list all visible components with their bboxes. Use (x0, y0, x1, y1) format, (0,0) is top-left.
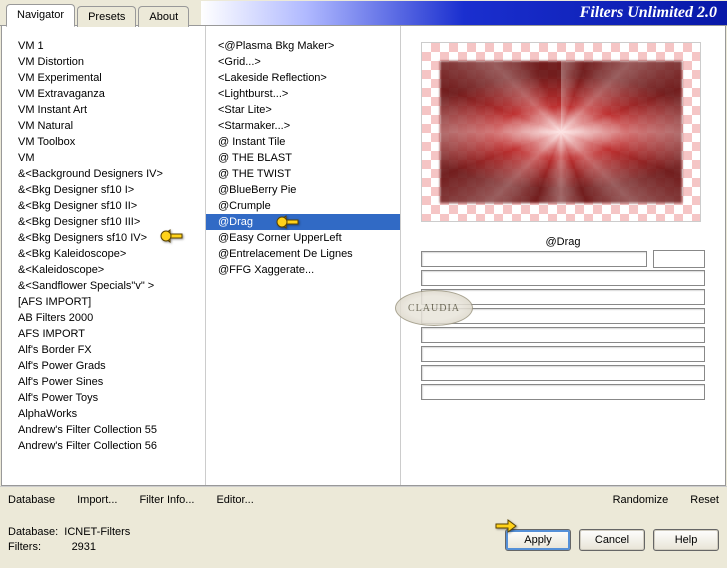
list-item[interactable]: VM Instant Art (2, 102, 205, 118)
list-item[interactable]: Alf's Border FX (2, 342, 205, 358)
list-item[interactable]: <Grid...> (206, 54, 400, 70)
tab-about[interactable]: About (138, 6, 189, 27)
list-item[interactable]: VM 1 (2, 38, 205, 54)
list-item[interactable]: Alf's Power Grads (2, 358, 205, 374)
list-item[interactable]: @Crumple (206, 198, 400, 214)
empty-slider (421, 346, 705, 362)
database-button[interactable]: Database (8, 494, 55, 506)
list-item[interactable]: VM (2, 150, 205, 166)
tabs: Navigator Presets About (6, 0, 191, 26)
list-item[interactable]: &<Background Designers IV> (2, 166, 205, 182)
list-item[interactable]: [AFS IMPORT] (2, 294, 205, 310)
list-item[interactable]: <Lightburst...> (206, 86, 400, 102)
reset-button[interactable]: Reset (690, 494, 719, 506)
list-item[interactable]: @FFG Xaggerate... (206, 262, 400, 278)
param-label: @Drag (401, 236, 725, 248)
empty-slider (421, 384, 705, 400)
list-item[interactable]: VM Distortion (2, 54, 205, 70)
list-item[interactable]: <@Plasma Bkg Maker> (206, 38, 400, 54)
list-item[interactable]: &<Kaleidoscope> (2, 262, 205, 278)
import-button[interactable]: Import... (77, 494, 117, 506)
list-item[interactable]: @ Instant Tile (206, 134, 400, 150)
list-item[interactable]: @Entrelacement De Lignes (206, 246, 400, 262)
randomize-button[interactable]: Randomize (613, 494, 669, 506)
list-item[interactable]: &<Bkg Designer sf10 II> (2, 198, 205, 214)
list-item[interactable]: &<Sandflower Specials"v" > (2, 278, 205, 294)
list-item[interactable]: <Starmaker...> (206, 118, 400, 134)
empty-slider (421, 365, 705, 381)
list-item[interactable]: &<Bkg Designer sf10 III> (2, 214, 205, 230)
list-item[interactable]: Andrew's Filter Collection 55 (2, 422, 205, 438)
list-item[interactable]: @ THE TWIST (206, 166, 400, 182)
list-item[interactable]: VM Extravaganza (2, 86, 205, 102)
tab-presets[interactable]: Presets (77, 6, 136, 27)
list-item[interactable]: Andrew's Filter Collection 56 (2, 438, 205, 454)
empty-slider (421, 308, 705, 324)
list-item[interactable]: <Star Lite> (206, 102, 400, 118)
list-item[interactable]: &<Bkg Designer sf10 I> (2, 182, 205, 198)
list-item[interactable]: VM Toolbox (2, 134, 205, 150)
empty-slider (421, 327, 705, 343)
list-item[interactable]: @ THE BLAST (206, 150, 400, 166)
list-item[interactable]: @Easy Corner UpperLeft (206, 230, 400, 246)
list-item[interactable]: @Drag (206, 214, 400, 230)
app-title: Filters Unlimited 2.0 (201, 1, 727, 25)
list-item[interactable]: Alf's Power Sines (2, 374, 205, 390)
list-item[interactable]: &<Bkg Kaleidoscope> (2, 246, 205, 262)
list-item[interactable]: &<Bkg Designers sf10 IV> (2, 230, 205, 246)
empty-slider (421, 289, 705, 305)
list-item[interactable]: VM Experimental (2, 70, 205, 86)
filter-info-button[interactable]: Filter Info... (139, 494, 194, 506)
list-item[interactable]: Alf's Power Toys (2, 390, 205, 406)
filter-list[interactable]: <@Plasma Bkg Maker><Grid...><Lakeside Re… (206, 26, 401, 485)
editor-button[interactable]: Editor... (216, 494, 253, 506)
footer-info: Database: ICNET-Filters Filters: 2931 (8, 525, 130, 555)
category-list[interactable]: VM 1VM DistortionVM ExperimentalVM Extra… (2, 26, 206, 485)
param-slider[interactable] (421, 251, 647, 267)
list-item[interactable]: AFS IMPORT (2, 326, 205, 342)
list-item[interactable]: AB Filters 2000 (2, 310, 205, 326)
list-item[interactable]: <Lakeside Reflection> (206, 70, 400, 86)
empty-slider (421, 270, 705, 286)
param-value-input[interactable] (653, 250, 705, 268)
list-item[interactable]: AlphaWorks (2, 406, 205, 422)
list-item[interactable]: VM Natural (2, 118, 205, 134)
tab-navigator[interactable]: Navigator (6, 4, 75, 27)
bottom-toolbar: Database Import... Filter Info... Editor… (0, 486, 727, 512)
preview (421, 42, 701, 222)
list-item[interactable]: @BlueBerry Pie (206, 182, 400, 198)
